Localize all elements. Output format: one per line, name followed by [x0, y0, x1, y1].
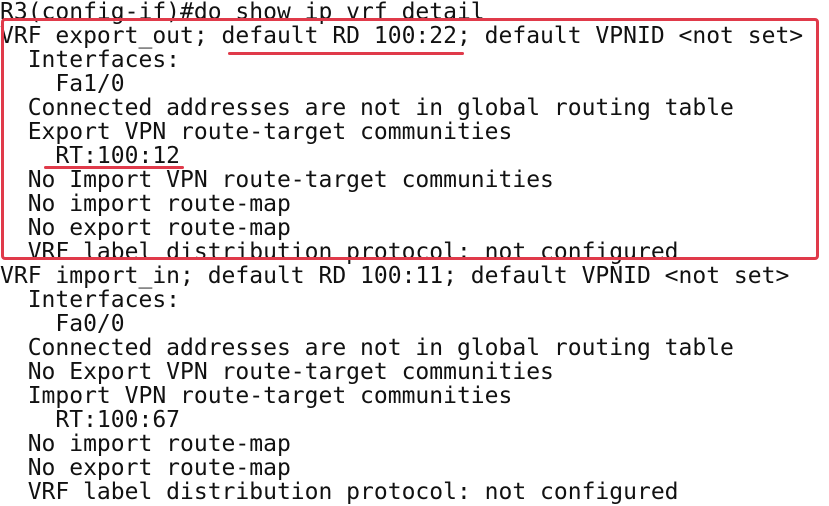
- import-route-map-line: No import route-map: [0, 431, 291, 457]
- interface-value: Fa1/0: [0, 71, 125, 97]
- export-route-map-line: No export route-map: [0, 455, 291, 481]
- export-route-map-line: No export route-map: [0, 215, 291, 241]
- export-rt-communities-line: Export VPN route-target communities: [0, 119, 513, 145]
- vrf-export-out-header: VRF export_out; default RD 100:22; defau…: [0, 23, 804, 49]
- export-rt-communities-line: No Export VPN route-target communities: [0, 359, 554, 385]
- command-line: R3(config-if)#do show ip vrf detail: [0, 0, 485, 25]
- import-rt-communities-line: Import VPN route-target communities: [0, 383, 513, 409]
- terminal-window: R3(config-if)#do show ip vrf detail VRF …: [0, 0, 829, 506]
- route-target-value: RT:100:67: [0, 407, 181, 433]
- label-distribution-line: VRF label distribution protocol: not con…: [0, 239, 679, 265]
- label-distribution-line: VRF label distribution protocol: not con…: [0, 479, 679, 505]
- import-route-map-line: No import route-map: [0, 191, 291, 217]
- vrf-import-in-header: VRF import_in; default RD 100:11; defaul…: [0, 263, 790, 289]
- interface-value: Fa0/0: [0, 311, 125, 337]
- import-rt-communities-line: No Import VPN route-target communities: [0, 167, 554, 193]
- default-rd-underline: [228, 52, 464, 55]
- interfaces-label: Interfaces:: [0, 47, 181, 73]
- interfaces-label: Interfaces:: [0, 287, 181, 313]
- route-target-value: RT:100:12: [0, 143, 181, 169]
- connected-addresses-line: Connected addresses are not in global ro…: [0, 335, 734, 361]
- connected-addresses-line: Connected addresses are not in global ro…: [0, 95, 734, 121]
- route-target-underline: [44, 166, 184, 169]
